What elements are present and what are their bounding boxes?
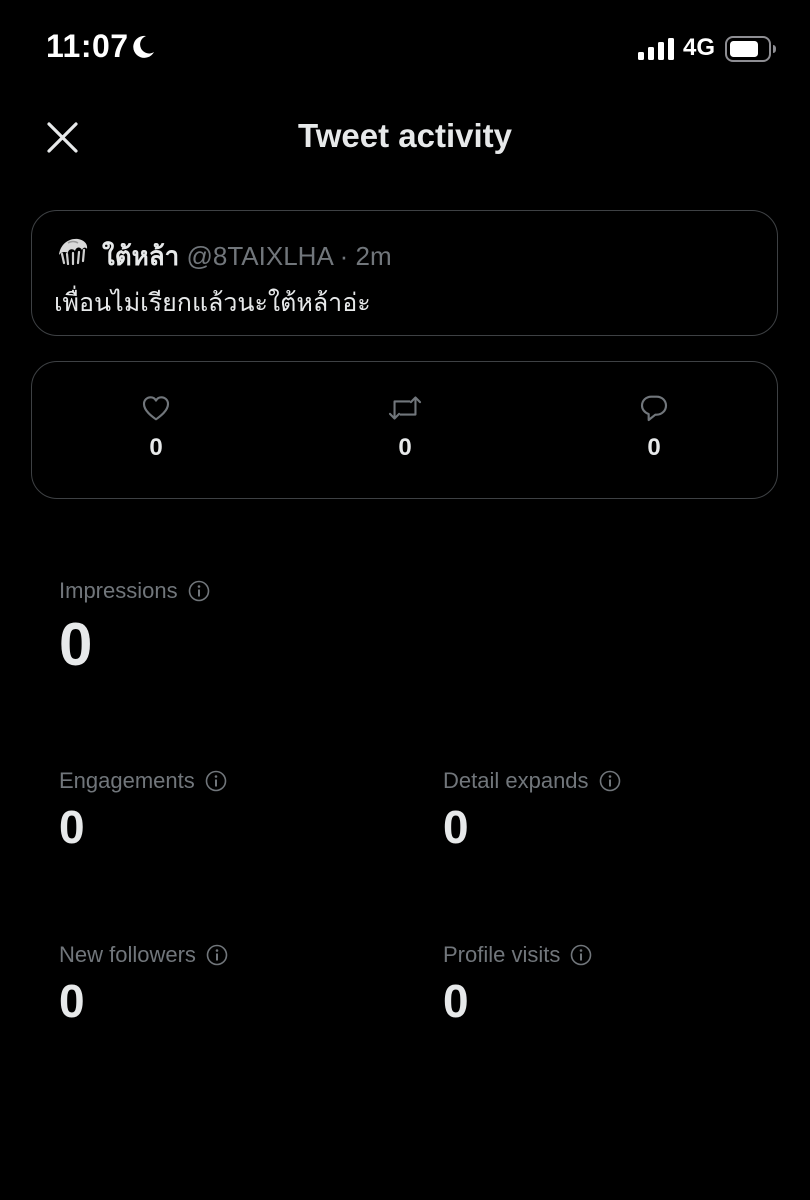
page-title: Tweet activity — [298, 117, 512, 154]
new-followers-metric: New followers 0 — [59, 942, 228, 1028]
engagements-value: 0 — [59, 801, 85, 853]
likes-stat[interactable]: 0 — [116, 392, 196, 462]
tweet-meta: ใต้หล้า @8TAIXLHA · 2m — [102, 236, 392, 277]
detail-expands-metric: Detail expands 0 — [443, 768, 621, 854]
new-followers-value: 0 — [59, 975, 85, 1027]
tweet-preview-card[interactable]: ใต้หล้า @8TAIXLHA · 2m เพื่อนไม่เรียกแล้… — [31, 210, 778, 336]
profile-visits-metric: Profile visits 0 — [443, 942, 592, 1028]
info-icon[interactable] — [205, 770, 227, 792]
retweets-count: 0 — [398, 434, 412, 461]
tweet-text: เพื่อนไม่เรียกแล้วนะใต้หล้าอ่ะ — [54, 289, 371, 317]
engagements-metric: Engagements 0 — [59, 768, 227, 854]
new-followers-label: New followers — [59, 942, 196, 967]
engagements-label: Engagements — [59, 768, 195, 793]
info-icon[interactable] — [206, 944, 228, 966]
moon-icon — [133, 35, 154, 58]
reply-icon — [640, 395, 668, 422]
likes-count: 0 — [149, 434, 163, 461]
battery-icon — [725, 36, 776, 62]
impressions-metric: Impressions 0 — [59, 578, 210, 679]
detail-expands-label: Detail expands — [443, 768, 589, 793]
impressions-value: 0 — [59, 611, 93, 678]
replies-count: 0 — [647, 434, 661, 461]
replies-stat[interactable]: 0 — [614, 392, 694, 462]
detail-expands-value: 0 — [443, 801, 469, 853]
status-bar: 11:07 4G — [0, 0, 810, 96]
status-time: 11:07 — [46, 28, 129, 64]
retweets-stat[interactable]: 0 — [365, 392, 445, 462]
tweet-display-name: ใต้หล้า — [102, 241, 180, 271]
signal-bars-icon — [638, 38, 674, 60]
heart-icon — [142, 396, 170, 421]
impressions-label: Impressions — [59, 578, 178, 603]
network-label: 4G — [683, 34, 716, 61]
engagement-card: 0 0 0 — [31, 361, 778, 499]
avatar — [59, 238, 88, 265]
tweet-handle: @8TAIXLHA — [186, 241, 333, 271]
info-icon[interactable] — [570, 944, 592, 966]
retweet-icon — [388, 396, 422, 420]
info-icon[interactable] — [599, 770, 621, 792]
tweet-separator: · — [339, 241, 349, 271]
profile-visits-value: 0 — [443, 975, 469, 1027]
info-icon[interactable] — [188, 580, 210, 602]
header: Tweet activity — [0, 96, 810, 180]
tweet-time: 2m — [355, 241, 392, 271]
profile-visits-label: Profile visits — [443, 942, 561, 967]
